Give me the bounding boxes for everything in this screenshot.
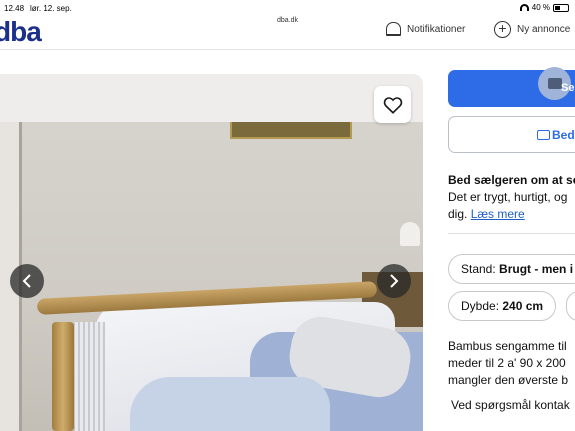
chevron-left-icon	[22, 274, 31, 288]
heart-icon	[383, 96, 402, 114]
notifications-label: Notifikationer	[407, 23, 466, 35]
description-line: mangler den øverste b	[448, 373, 569, 387]
battery-icon	[553, 3, 569, 12]
status-right: 40 %	[519, 3, 569, 12]
status-bar: 12.48 lør. 12. sep. dba.dk 40 %	[0, 0, 575, 24]
read-more-link[interactable]: Læs mere	[471, 207, 525, 221]
ask-seller-text: Det er trygt, hurtigt, og	[448, 190, 568, 204]
ask-seller-text-2: dig. Læs mere	[448, 207, 525, 221]
bell-icon	[386, 22, 401, 36]
divider	[448, 233, 575, 234]
secondary-action-label: Bed	[552, 128, 575, 142]
new-ad-button[interactable]: + Ny annonce	[494, 21, 570, 38]
primary-action-label: Se	[561, 82, 575, 94]
description-line: Ved spørgsmål kontak	[451, 398, 570, 412]
dba-logo[interactable]: dba	[0, 18, 42, 46]
description-line: meder til 2 a' 90 x 200	[448, 356, 566, 370]
listing-photo	[0, 122, 423, 431]
attribute-chip	[566, 291, 575, 321]
previous-image-button[interactable]	[10, 264, 44, 298]
condition-chip: Stand: Brugt - men i	[448, 254, 575, 284]
ask-seller-title: Bed sælgeren om at se	[448, 173, 575, 187]
wifi-icon	[519, 4, 529, 11]
status-date: lør. 12. sep.	[30, 4, 72, 13]
image-gallery[interactable]	[0, 74, 423, 431]
secondary-action-button[interactable]: Bed	[448, 116, 575, 153]
site-header: dba Notifikationer + Ny annonce	[0, 16, 575, 50]
description-line: Bambus sengamme til	[448, 339, 567, 353]
next-image-button[interactable]	[377, 264, 411, 298]
new-ad-label: Ny annonce	[517, 24, 571, 35]
picture-frame	[230, 122, 352, 139]
truck-icon	[537, 130, 550, 140]
plus-icon: +	[494, 21, 511, 38]
status-time: 12.48	[4, 4, 25, 13]
battery-percent: 40 %	[531, 3, 550, 12]
depth-chip: Dybde: 240 cm	[448, 291, 557, 321]
notifications-button[interactable]: Notifikationer	[386, 22, 465, 36]
favorite-button[interactable]	[374, 86, 411, 123]
chevron-right-icon	[390, 274, 399, 288]
